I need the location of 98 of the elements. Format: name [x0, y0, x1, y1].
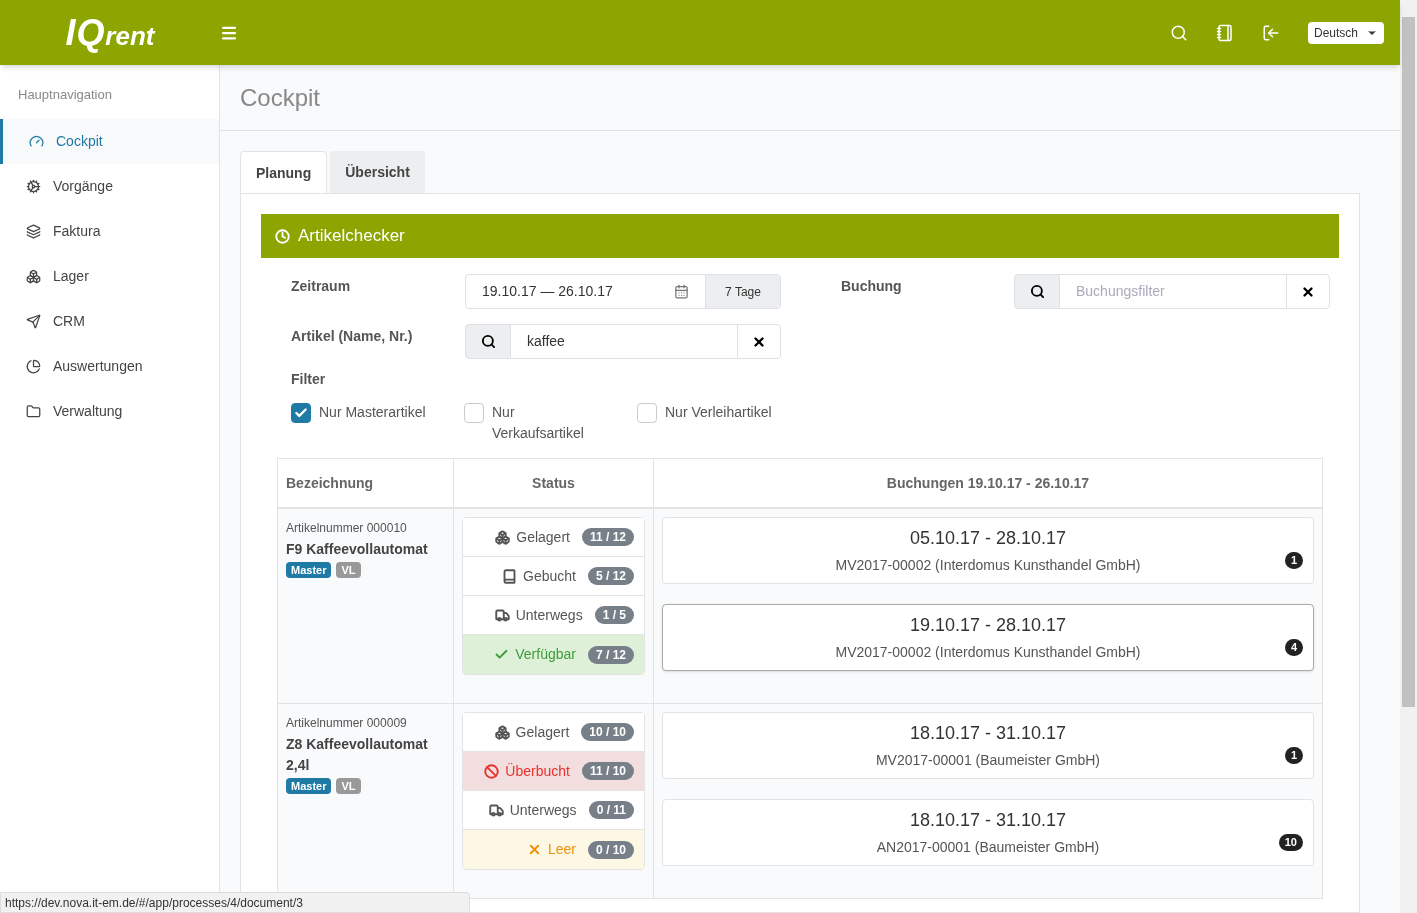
search-icon: [480, 334, 496, 349]
tab[interactable]: Planung: [240, 151, 328, 194]
folder-icon: [26, 403, 41, 419]
count-badge: 5 / 12: [587, 567, 634, 585]
check-icon: [294, 406, 308, 420]
check-icon: [494, 647, 510, 662]
date-range-value: 19.10.17 — 26.10.17: [482, 282, 613, 301]
tag: Master: [286, 778, 332, 794]
article-number: Artikelnummer 000009: [286, 715, 408, 732]
booking-text: MV2017-00001 (Baumeister GmbH): [875, 751, 1101, 770]
checkbox-label[interactable]: Nur Verleihartikel: [665, 402, 775, 423]
status-label: Gelagert: [515, 722, 570, 742]
count-badge: 11 / 10: [581, 762, 634, 780]
booking-dates: 19.10.17 - 28.10.17: [909, 614, 1067, 637]
sign-out-icon[interactable]: [1261, 23, 1280, 42]
booking-filter-input[interactable]: Buchungsfilter: [1060, 274, 1286, 309]
booking-card[interactable]: 18.10.17 - 31.10.17 AN2017-00001 (Baumeister GmbH) 10: [662, 799, 1314, 866]
sidebar-item[interactable]: Verwaltung: [0, 388, 219, 434]
column-header: Bezeichnung: [278, 459, 454, 507]
field-label: Filter: [290, 370, 327, 389]
search-icon[interactable]: [1169, 23, 1188, 42]
boxes-icon: [26, 268, 41, 284]
search-icon: [1029, 284, 1045, 299]
checkbox-label[interactable]: Nur Verkaufsartikel: [492, 402, 602, 444]
count-badge: 10: [1278, 834, 1303, 851]
clock-icon: [275, 228, 290, 244]
count-badge: 1 / 5: [594, 606, 634, 624]
date-range-field[interactable]: 19.10.17 — 26.10.17 7 Tage: [465, 274, 781, 309]
column-header: Status: [454, 459, 654, 507]
clear-icon: [1301, 284, 1315, 299]
sidebar-item[interactable]: Vorgänge: [0, 163, 219, 209]
status-label: Gebucht: [523, 566, 576, 586]
count-badge: 4: [1284, 639, 1303, 656]
calendar-icon: [674, 284, 689, 299]
booking-text: MV2017-00002 (Interdomus Kunsthandel GmbH): [835, 643, 1141, 662]
gauge-icon: [29, 133, 44, 149]
sidebar-item[interactable]: Auswertungen: [0, 343, 219, 389]
article-number: Artikelnummer 000010: [286, 520, 408, 537]
ban-icon: [484, 763, 500, 779]
book-icon: [502, 568, 518, 584]
checkbox-label[interactable]: Nur Masterartikel: [319, 402, 429, 423]
sidebar-heading: Hauptnavigation: [17, 86, 113, 104]
clear-button[interactable]: [1286, 274, 1330, 309]
search-addon[interactable]: [1014, 274, 1060, 309]
truck-icon: [488, 802, 504, 818]
search-addon[interactable]: [465, 324, 511, 359]
sidebar-item[interactable]: Lager: [0, 253, 219, 299]
column-header: Buchungen 19.10.17 - 26.10.17: [885, 473, 1091, 493]
pie-chart-icon: [26, 358, 41, 374]
sidebar-item[interactable]: CRM: [0, 298, 219, 344]
sidebar-item[interactable]: Cockpit: [0, 118, 219, 164]
tag: Master: [286, 562, 332, 578]
status-label: Unterwegs: [515, 605, 583, 625]
booking-card[interactable]: 19.10.17 - 28.10.17 MV2017-00002 (Interdomus Kunsthandel GmbH) 4: [662, 604, 1314, 671]
notebook-icon[interactable]: [1215, 23, 1234, 42]
article-name: Z8 Kaffeevollautomat 2,4l: [286, 735, 429, 775]
booking-dates: 18.10.17 - 31.10.17: [909, 809, 1067, 832]
field-label: Buchung: [841, 277, 903, 296]
status-label: Verfügbar: [515, 645, 576, 664]
paper-plane-icon: [26, 313, 41, 329]
sidebar-item[interactable]: Faktura: [0, 208, 219, 254]
panel-title: Artikelchecker: [298, 225, 405, 248]
layers-icon: [26, 223, 41, 239]
booking-text: AN2017-00001 (Baumeister GmbH): [876, 838, 1100, 857]
count-badge: 0 / 10: [587, 840, 634, 859]
tag: VL: [336, 778, 361, 794]
article-search-input[interactable]: kaffee: [511, 324, 737, 359]
page-title: Cockpit: [240, 82, 321, 113]
count-badge: 0 / 11: [588, 801, 634, 819]
article-name: F9 Kaffeevollautomat: [286, 540, 429, 559]
count-badge: 7 / 12: [587, 645, 634, 664]
booking-text: MV2017-00002 (Interdomus Kunsthandel GmbH): [835, 556, 1141, 575]
tag: VL: [336, 562, 361, 578]
booking-card[interactable]: 18.10.17 - 31.10.17 MV2017-00001 (Baumeister GmbH) 1: [662, 712, 1314, 779]
status-label: Überbucht: [505, 761, 570, 781]
status-label: Unterwegs: [509, 800, 577, 820]
booking-card[interactable]: 05.10.17 - 28.10.17 MV2017-00002 (Interdomus Kunsthandel GmbH) 1: [662, 517, 1314, 584]
boxes-icon: [494, 724, 510, 740]
field-label: Zeitraum: [290, 277, 352, 296]
count-badge: 10 / 10: [581, 723, 634, 741]
count-badge: 11 / 12: [581, 528, 634, 546]
truck-icon: [494, 607, 510, 623]
tab[interactable]: Übersicht: [330, 151, 425, 194]
status-label: Gelagert: [516, 527, 570, 547]
days-button[interactable]: 7 Tage: [705, 275, 780, 308]
field-label: Artikel (Name, Nr.): [290, 327, 414, 346]
clear-button[interactable]: [737, 324, 781, 359]
checkbox[interactable]: [291, 403, 311, 423]
logo: IQrent: [64, 10, 157, 55]
count-badge: 1: [1284, 747, 1303, 764]
status-label: Leer: [547, 840, 576, 859]
booking-dates: 05.10.17 - 28.10.17: [909, 527, 1067, 550]
language-select[interactable]: Deutsch: [1307, 21, 1384, 44]
count-badge: 1: [1284, 552, 1303, 569]
booking-dates: 18.10.17 - 31.10.17: [909, 722, 1067, 745]
clear-icon: [752, 334, 766, 349]
boxes-icon: [495, 529, 511, 545]
status-url: https://dev.nova.it-em.de/#/app/processes/4/document/3: [0, 892, 470, 913]
